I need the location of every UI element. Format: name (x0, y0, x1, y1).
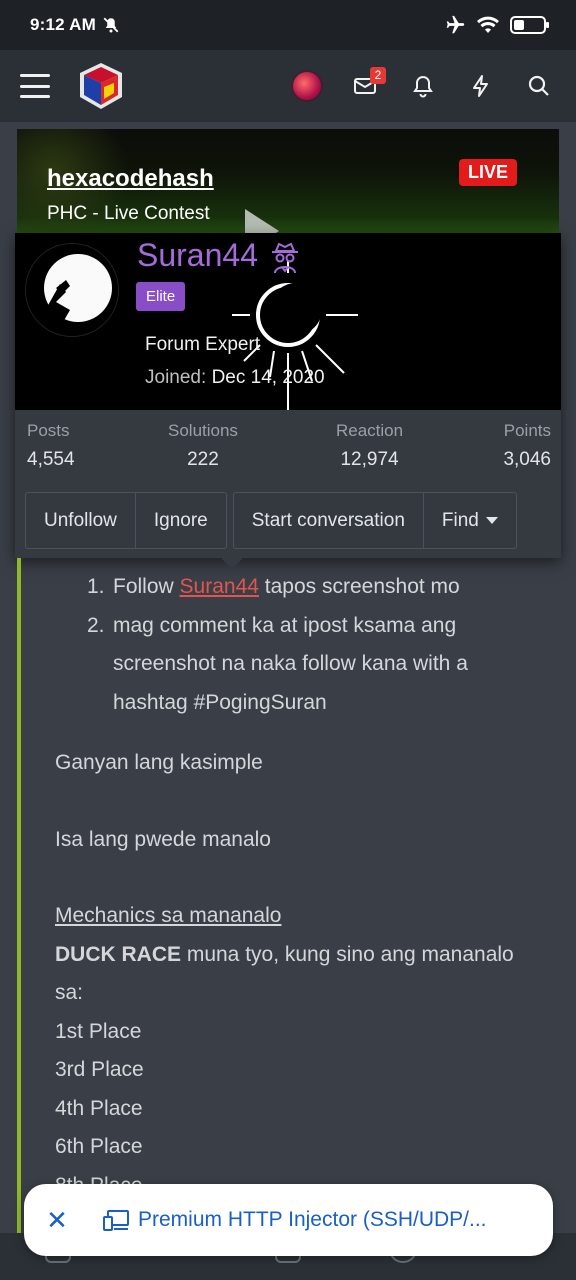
incognito-badge-icon (272, 242, 298, 274)
place-item: 3rd Place (55, 1058, 144, 1081)
find-dropdown-button[interactable]: Find (422, 493, 516, 548)
place-item: 1st Place (55, 1019, 142, 1043)
live-stream-username[interactable]: hexacodehash (47, 165, 214, 193)
post-paragraph: Ganyan lang kasimple (55, 751, 263, 774)
stat-posts-value: 4,554 (27, 449, 75, 470)
stat-posts[interactable]: Posts 4,554 (27, 421, 75, 471)
profile-username[interactable]: Suran44 (137, 237, 258, 274)
user-mention-link[interactable]: Suran44 (180, 575, 259, 598)
post-content: 1. Follow Suran44 tapos screenshot mo 2.… (55, 568, 545, 1205)
stat-solutions-value: 222 (187, 449, 219, 470)
profile-avatar[interactable] (25, 243, 119, 337)
conversation-find-group: Start conversation Find (232, 492, 517, 549)
stat-solutions-label: Solutions (168, 421, 238, 440)
airplane-mode-icon (446, 15, 465, 34)
rank-badge: Elite (136, 282, 186, 311)
post-quote-border (17, 558, 21, 1233)
status-time: 9:12 AM (30, 15, 96, 34)
member-stats: Posts 4,554 Solutions 222 Reaction 12,97… (15, 421, 561, 477)
profile-banner: Suran44 Elite Forum Expert Joined: Dec 1… (15, 233, 561, 410)
member-actions: Unfollow Ignore Start conversation Find (25, 492, 541, 549)
live-stream-subtitle: PHC - Live Contest (47, 203, 210, 224)
place-item: 6th Place (55, 1135, 143, 1158)
joined-date: Dec 14, 2020 (211, 367, 325, 388)
wifi-icon (477, 16, 499, 33)
stat-points-value: 3,046 (503, 449, 551, 470)
stat-points-label: Points (503, 421, 551, 440)
member-tooltip-card: Suran44 Elite Forum Expert Joined: Dec 1… (15, 233, 561, 558)
stat-posts-label: Posts (27, 421, 70, 440)
stat-solutions[interactable]: Solutions 222 (168, 421, 238, 471)
joined-info: Joined: Dec 14, 2020 (145, 367, 325, 389)
place-item: 4th Place (55, 1096, 143, 1120)
inbox-icon[interactable]: 2 (348, 67, 386, 103)
joined-label: Joined: (145, 367, 207, 388)
stat-points[interactable]: Points 3,046 (503, 421, 551, 471)
message-count-badge: 2 (370, 67, 386, 84)
app-notification-banner[interactable]: ✕ Premium HTTP Injector (SSH/UDP/... (24, 1184, 553, 1256)
mute-icon (103, 17, 119, 33)
close-icon[interactable]: ✕ (46, 1207, 68, 1233)
ignore-button[interactable]: Ignore (134, 493, 226, 548)
post-paragraph: Isa lang pwede manalo (55, 827, 271, 851)
list-item: 1. Follow Suran44 tapos screenshot mo (87, 575, 460, 598)
list-item: 2. mag comment ka at ipost ksama ang scr… (87, 613, 468, 714)
top-nav-bar: 2 (0, 50, 576, 122)
bolt-icon[interactable] (464, 69, 498, 103)
find-label: Find (441, 509, 479, 531)
battery-icon (510, 16, 549, 34)
devices-icon (103, 1210, 129, 1231)
site-logo[interactable] (76, 61, 126, 111)
stat-reaction-label: Reaction (336, 421, 404, 440)
live-badge: LIVE (459, 159, 518, 186)
unfollow-button[interactable]: Unfollow (26, 493, 135, 548)
search-icon[interactable] (522, 69, 556, 103)
user-avatar[interactable] (290, 69, 324, 103)
start-conversation-button[interactable]: Start conversation (234, 493, 423, 548)
live-stream-banner[interactable]: hexacodehash PHC - Live Contest LIVE (17, 129, 559, 239)
caret-down-icon (485, 517, 498, 524)
mechanics-heading: Mechanics sa mananalo (55, 904, 282, 927)
notification-text[interactable]: Premium HTTP Injector (SSH/UDP/... (138, 1208, 528, 1232)
follow-ignore-group: Unfollow Ignore (25, 492, 227, 549)
post-paragraph: DUCK RACE muna tyo, kung sino ang manana… (55, 942, 514, 1005)
status-bar: 9:12 AM (0, 0, 576, 50)
post-instructions-list: 1. Follow Suran44 tapos screenshot mo 2.… (87, 568, 545, 722)
menu-icon[interactable] (20, 74, 50, 98)
stat-reaction[interactable]: Reaction 12,974 (336, 421, 403, 471)
user-title: Forum Expert (145, 334, 261, 355)
stat-reaction-value: 12,974 (340, 449, 399, 470)
bell-icon[interactable] (406, 69, 440, 103)
